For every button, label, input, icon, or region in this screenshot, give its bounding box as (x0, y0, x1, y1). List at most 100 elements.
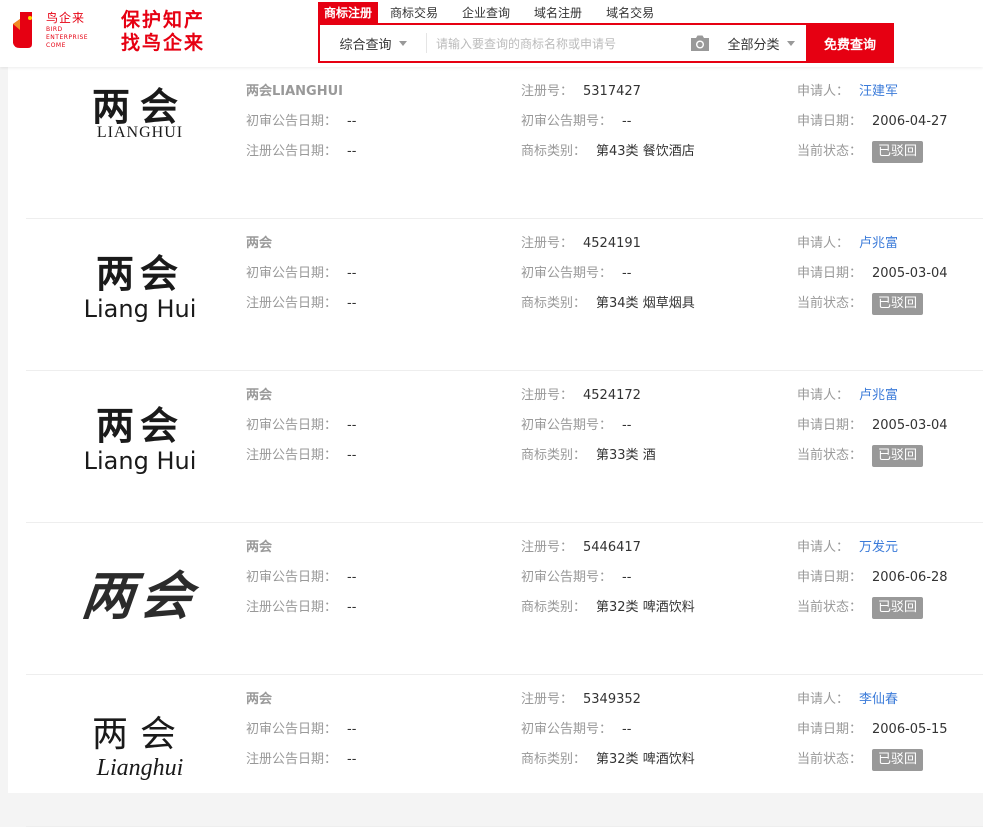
field-label: 初审公告期号： (521, 266, 613, 281)
chevron-down-icon (398, 40, 407, 46)
status-badge: 已驳回 (872, 749, 924, 771)
trademark-mark-cn: 两会 (78, 566, 202, 627)
trademark-mark-cn: 两会 (91, 84, 188, 129)
field-label: 注册公告日期： (246, 144, 338, 159)
trademark-name[interactable]: 两会 (246, 540, 272, 555)
field-label: 商标类别： (521, 600, 587, 615)
logo-text: 鸟企来 (46, 11, 86, 25)
trademark-mark-en: Liang Hui (83, 447, 197, 475)
registration-number: 4524172 (583, 388, 641, 403)
trademark-category: 第32类 啤酒饮料 (596, 752, 695, 767)
registration-number: 5446417 (583, 540, 641, 555)
search-button[interactable]: 免费查询 (806, 23, 894, 63)
divider (426, 33, 427, 53)
list-item[interactable]: 两会 LIANGHUI 两会LIANGHUI 初审公告日期： -- 注册公告日期：… (26, 67, 983, 219)
trademark-image[interactable]: 两会 Lianghui (50, 714, 230, 782)
trademark-name[interactable]: 两会 (246, 236, 272, 251)
field-label: 注册号： (521, 692, 574, 707)
applicant-link[interactable]: 汪建军 (859, 84, 898, 99)
field-label: 初审公告期号： (521, 418, 613, 433)
list-item[interactable]: 两会 Lianghui 两会 初审公告日期： -- 注册公告日期： -- 注册号： 5… (26, 675, 983, 827)
list-item[interactable]: 两会 两会 初审公告日期： -- 注册公告日期： -- 注册号： 5446417 初审… (26, 523, 983, 675)
registration-number: 5349352 (583, 692, 641, 707)
tab-domain-registration[interactable]: 域名注册 (522, 2, 594, 24)
field-label: 注册号： (521, 236, 574, 251)
site-header: 鸟企来 BIRD ENTERPRISE COME 保护知产 找鸟企来 商标注册 … (0, 0, 983, 67)
field-label: 商标类别： (521, 752, 587, 767)
field-label: 当前状态： (797, 144, 863, 159)
field-label: 初审公告日期： (246, 722, 338, 737)
status-badge: 已驳回 (872, 141, 924, 163)
trademark-image[interactable]: 两会 (50, 566, 230, 627)
applicant-link[interactable]: 卢兆富 (859, 236, 898, 251)
field-label: 注册号： (521, 84, 574, 99)
camera-icon[interactable] (690, 34, 710, 52)
trademark-category: 第32类 啤酒饮料 (596, 600, 695, 615)
field-label: 初审公告期号： (521, 570, 613, 585)
field-label: 注册公告日期： (246, 752, 338, 767)
field-value: -- (347, 448, 357, 463)
field-value: -- (622, 266, 632, 281)
field-value: -- (622, 114, 632, 129)
category-dropdown[interactable]: 全部分类 (716, 25, 806, 61)
tab-trademark-trade[interactable]: 商标交易 (378, 2, 450, 24)
field-label: 注册号： (521, 388, 574, 403)
applicant-link[interactable]: 万发元 (859, 540, 898, 555)
list-item[interactable]: 两会 Liang Hui 两会 初审公告日期： -- 注册公告日期： -- 注册号：… (26, 371, 983, 523)
field-label: 申请人： (797, 692, 850, 707)
tab-trademark-registration[interactable]: 商标注册 (318, 2, 379, 24)
search-tabs: 商标注册 商标交易 企业查询 域名注册 域名交易 (318, 2, 666, 24)
trademark-category: 第33类 酒 (596, 448, 656, 463)
field-value: -- (347, 570, 357, 585)
trademark-mark-cn: 两会 (95, 251, 184, 296)
field-label: 商标类别： (521, 448, 587, 463)
field-label: 初审公告期号： (521, 114, 613, 129)
apply-date: 2006-04-27 (872, 114, 948, 129)
trademark-name[interactable]: 两会 (246, 388, 272, 403)
field-value: -- (347, 266, 357, 281)
field-label: 申请人： (797, 540, 850, 555)
field-value: -- (347, 752, 357, 767)
field-label: 申请人： (797, 236, 850, 251)
trademark-image[interactable]: 两会 Liang Hui (50, 251, 230, 324)
tab-company-search[interactable]: 企业查询 (450, 2, 522, 24)
tab-domain-trade[interactable]: 域名交易 (594, 2, 666, 24)
field-value: -- (347, 114, 357, 129)
field-value: -- (622, 418, 632, 433)
list-item[interactable]: 两会 Liang Hui 两会 初审公告日期： -- 注册公告日期： -- 注册号：… (26, 219, 983, 371)
field-label: 当前状态： (797, 296, 863, 311)
search-input[interactable] (434, 25, 688, 63)
field-value: -- (347, 144, 357, 159)
field-label: 注册公告日期： (246, 600, 338, 615)
registration-number: 5317427 (583, 84, 641, 99)
field-label: 当前状态： (797, 600, 863, 615)
trademark-image[interactable]: 两会 LIANGHUI (50, 87, 230, 141)
trademark-mark-en: Liang Hui (83, 295, 197, 323)
field-label: 申请日期： (797, 266, 863, 281)
field-label: 申请日期： (797, 114, 863, 129)
field-value: -- (622, 722, 632, 737)
trademark-image[interactable]: 两会 Liang Hui (50, 405, 230, 476)
field-label: 申请日期： (797, 570, 863, 585)
apply-date: 2006-05-15 (872, 722, 948, 737)
applicant-link[interactable]: 李仙春 (859, 692, 898, 707)
field-label: 申请日期： (797, 722, 863, 737)
result-list: 两会 LIANGHUI 两会LIANGHUI 初审公告日期： -- 注册公告日期：… (8, 67, 983, 827)
applicant-link[interactable]: 卢兆富 (859, 388, 898, 403)
field-value: -- (347, 418, 357, 433)
trademark-mark-cn: 两会 (91, 714, 188, 755)
trademark-name[interactable]: 两会 (246, 692, 272, 707)
field-value: -- (622, 570, 632, 585)
apply-date: 2005-03-04 (872, 266, 948, 281)
field-label: 初审公告日期： (246, 266, 338, 281)
trademark-name[interactable]: 两会LIANGHUI (246, 84, 343, 99)
slogan: 保护知产 找鸟企来 (121, 9, 205, 55)
logo-subtext: BIRD ENTERPRISE COME (46, 26, 89, 49)
registration-number: 4524191 (583, 236, 641, 251)
apply-date: 2005-03-04 (872, 418, 948, 433)
slogan-line-1: 保护知产 (121, 9, 206, 31)
trademark-category: 第34类 烟草烟具 (596, 296, 695, 311)
logo-icon[interactable] (10, 10, 40, 50)
search-box: 综合查询 全部分类 免费查询 (318, 23, 894, 63)
search-type-dropdown[interactable]: 综合查询 (320, 25, 426, 61)
